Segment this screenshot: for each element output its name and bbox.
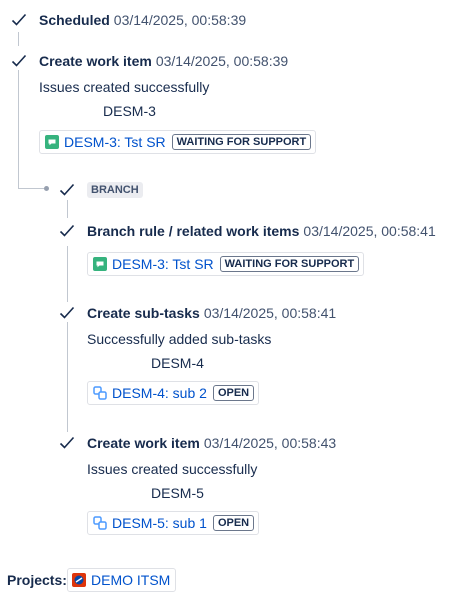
- timeline-line: [67, 322, 68, 432]
- project-link[interactable]: DEMO ITSM: [91, 571, 170, 589]
- status-lozenge: OPEN: [212, 515, 255, 531]
- subtask-icon: [93, 516, 107, 530]
- step-timestamp: 03/14/2025, 00:58:43: [203, 435, 337, 451]
- issue-chip[interactable]: DESM-3: Tst SR WAITING FOR SUPPORT: [87, 252, 365, 276]
- step-create-work-item: Create work item 03/14/2025, 00:58:43: [87, 434, 336, 452]
- step-message: Successfully added sub-tasks: [87, 331, 272, 347]
- status-lozenge: OPEN: [212, 385, 255, 401]
- check-icon: [59, 306, 75, 320]
- project-avatar-icon: [72, 573, 86, 587]
- issue-chip[interactable]: DESM-5: sub 1 OPEN: [87, 511, 260, 535]
- check-icon: [59, 183, 75, 197]
- timeline-line: [18, 188, 44, 189]
- service-request-icon: [93, 257, 107, 271]
- issue-chip[interactable]: DESM-3: Tst SR WAITING FOR SUPPORT: [39, 130, 317, 154]
- timeline-line: [18, 70, 19, 188]
- step-title: Branch rule / related work items: [87, 223, 300, 239]
- project-chip[interactable]: DEMO ITSM: [67, 568, 177, 592]
- issue-key: DESM-3: [103, 103, 156, 119]
- step-create-work-item: Create work item 03/14/2025, 00:58:39: [39, 52, 288, 70]
- issue-link[interactable]: DESM-3: Tst SR: [112, 255, 214, 273]
- step-timestamp: 03/14/2025, 00:58:41: [303, 223, 436, 239]
- step-title: Create sub-tasks: [87, 305, 200, 321]
- step-timestamp: 03/14/2025, 00:58:39: [113, 12, 247, 28]
- subtask-icon: [93, 386, 107, 400]
- step-title: Scheduled: [39, 12, 110, 28]
- issue-link[interactable]: DESM-5: sub 1: [112, 514, 207, 532]
- step-branch-rule: Branch rule / related work items 03/14/20…: [87, 222, 436, 240]
- step-message: Issues created successfully: [87, 461, 258, 477]
- status-lozenge: WAITING FOR SUPPORT: [171, 134, 312, 150]
- step-create-sub-tasks: Create sub-tasks 03/14/2025, 00:58:41: [87, 304, 336, 322]
- check-icon: [59, 436, 75, 450]
- status-lozenge: WAITING FOR SUPPORT: [219, 256, 360, 272]
- issue-link[interactable]: DESM-3: Tst SR: [64, 133, 166, 151]
- issue-key: DESM-5: [151, 485, 204, 501]
- step-scheduled: Scheduled 03/14/2025, 00:58:39: [39, 11, 246, 29]
- projects-label: Projects:: [7, 572, 67, 588]
- step-timestamp: 03/14/2025, 00:58:41: [203, 305, 337, 321]
- timeline-line: [67, 246, 68, 302]
- issue-key: DESM-4: [151, 355, 204, 371]
- check-icon: [11, 54, 27, 68]
- issue-link[interactable]: DESM-4: sub 2: [112, 384, 207, 402]
- issue-chip[interactable]: DESM-4: sub 2 OPEN: [87, 381, 260, 405]
- step-title: Create work item: [87, 435, 200, 451]
- timeline-line: [18, 32, 19, 46]
- step-timestamp: 03/14/2025, 00:58:39: [155, 53, 289, 69]
- step-title: Create work item: [39, 53, 152, 69]
- branch-tag: BRANCH: [87, 182, 143, 198]
- check-icon: [59, 224, 75, 238]
- check-icon: [11, 13, 27, 27]
- service-request-icon: [45, 135, 59, 149]
- timeline-line: [67, 200, 68, 218]
- timeline-dot: [44, 186, 49, 191]
- step-message: Issues created successfully: [39, 79, 210, 95]
